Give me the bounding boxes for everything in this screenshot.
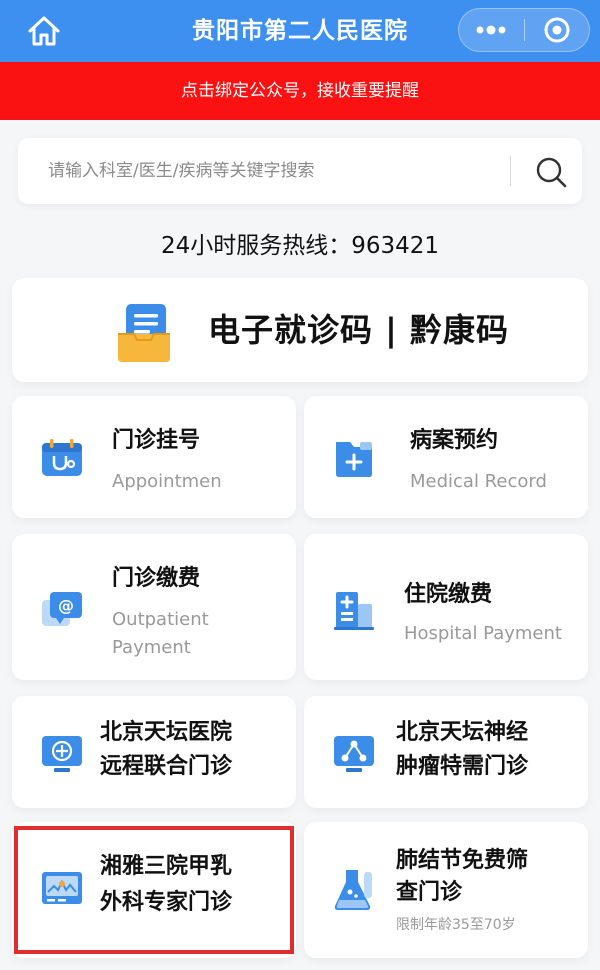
service-subtitle-line1: Outpatient xyxy=(112,609,209,630)
service-title-line2: 远程联合门诊 xyxy=(100,754,233,779)
service-card-medical-record[interactable]: 病案预约 Medical Record xyxy=(304,396,588,518)
service-title-line1: 肺结节免费筛 xyxy=(396,848,529,873)
bind-official-account-banner[interactable]: 点击绑定公众号，接收重要提醒 xyxy=(0,62,600,120)
top-bar: 贵阳市第二人民医院 xyxy=(0,0,600,62)
search-input[interactable] xyxy=(48,150,508,192)
service-card-tiantan-remote-clinic[interactable]: 北京天坛医院 远程联合门诊 xyxy=(12,696,296,808)
search-button[interactable] xyxy=(530,151,572,193)
medical-folder-icon xyxy=(336,442,372,477)
ultrasound-monitor-icon xyxy=(42,872,82,904)
mini-program-capsule xyxy=(458,8,590,52)
health-code-card[interactable]: 电子就诊码 | 黔康码 xyxy=(12,278,588,382)
service-subtitle: Medical Record xyxy=(410,471,547,492)
service-card-hospital-payment[interactable]: 住院缴费 Hospital Payment xyxy=(304,534,588,680)
service-title: 住院缴费 xyxy=(404,582,493,607)
home-icon xyxy=(28,16,60,46)
monitor-network-icon xyxy=(334,736,374,772)
home-button[interactable] xyxy=(24,11,64,51)
service-title-line2: 外科专家门诊 xyxy=(100,890,233,915)
more-dots-icon xyxy=(476,25,506,35)
search-icon xyxy=(536,157,567,188)
service-title-line2: 肿瘤特需门诊 xyxy=(396,754,529,779)
service-title: 病案预约 xyxy=(410,428,499,453)
service-hotline: 24小时服务热线：963421 xyxy=(160,233,440,259)
age-limit-note: 限制年龄35至70岁 xyxy=(396,917,516,933)
monitor-remote-icon xyxy=(42,736,82,772)
service-subtitle: Appointmen xyxy=(112,471,222,492)
service-card-tiantan-neuro-oncology[interactable]: 北京天坛神经 肿瘤特需门诊 xyxy=(304,696,588,808)
service-title: 门诊缴费 xyxy=(112,566,201,591)
close-button[interactable] xyxy=(525,9,590,51)
service-subtitle-line2: Payment xyxy=(112,637,191,658)
service-card-outpatient-payment[interactable]: @ 门诊缴费 Outpatient Payment xyxy=(12,534,296,680)
payment-chat-icon: @ xyxy=(42,592,82,626)
service-title-line2: 查门诊 xyxy=(396,880,463,905)
search-divider xyxy=(510,156,511,186)
document-tray-icon xyxy=(118,304,170,362)
service-title-line1: 湘雅三院甲乳 xyxy=(100,854,233,879)
svg-text:@: @ xyxy=(58,596,74,615)
lab-flask-icon xyxy=(334,870,372,910)
service-card-outpatient-registration[interactable]: 门诊挂号 Appointmen xyxy=(12,396,296,518)
service-title-line1: 北京天坛医院 xyxy=(100,720,233,745)
hospital-building-icon xyxy=(334,592,374,630)
health-code-label: 电子就诊码 | 黔康码 xyxy=(208,311,509,349)
target-close-icon xyxy=(544,17,570,43)
calendar-stethoscope-icon xyxy=(42,439,82,476)
service-title: 门诊挂号 xyxy=(112,428,201,453)
more-button[interactable] xyxy=(459,9,524,51)
service-card-xiangya-breast-thyroid-clinic[interactable]: 湘雅三院甲乳 外科专家门诊 xyxy=(12,822,296,958)
service-subtitle: Hospital Payment xyxy=(404,623,562,644)
service-title-line1: 北京天坛神经 xyxy=(396,720,529,745)
search-bar xyxy=(18,138,582,204)
service-card-lung-nodule-screening[interactable]: 肺结节免费筛 查门诊 限制年龄35至70岁 xyxy=(304,822,588,958)
